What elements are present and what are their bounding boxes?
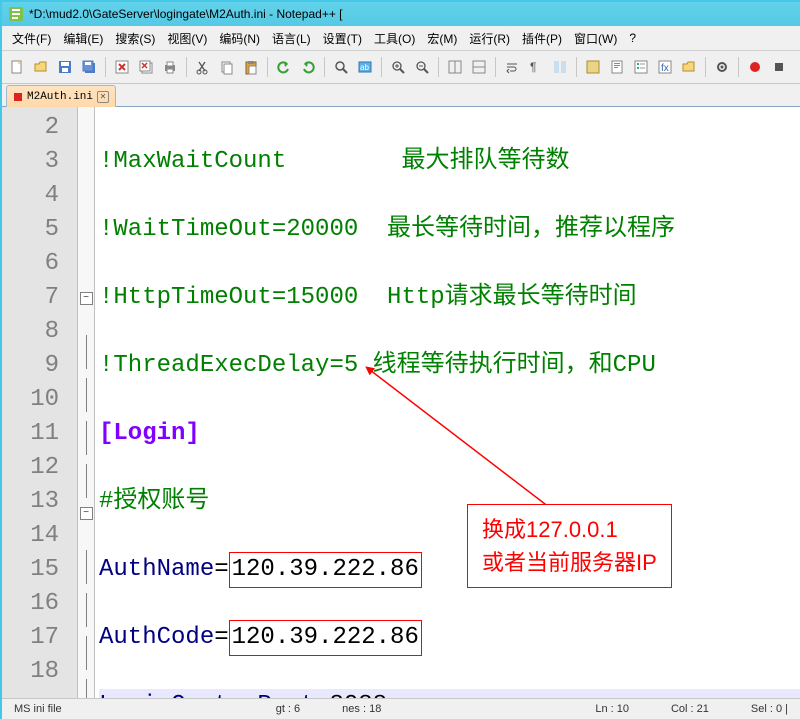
separator xyxy=(324,57,325,77)
code-eq: = xyxy=(214,624,228,651)
cut-icon[interactable] xyxy=(192,56,214,78)
print-icon[interactable] xyxy=(159,56,181,78)
sync-h-icon[interactable] xyxy=(468,56,490,78)
menu-encoding[interactable]: 编码(N) xyxy=(213,29,266,48)
window: *D:\mud2.0\GateServer\logingate\M2Auth.i… xyxy=(0,0,800,719)
wordwrap-icon[interactable] xyxy=(501,56,523,78)
allchars-icon[interactable]: ¶ xyxy=(525,56,547,78)
tab-close-icon[interactable]: ✕ xyxy=(97,91,109,103)
status-filetype: MS ini file xyxy=(8,703,68,715)
toolbar: ab ¶ fx xyxy=(2,51,800,84)
separator xyxy=(495,57,496,77)
copy-icon[interactable] xyxy=(216,56,238,78)
window-title: *D:\mud2.0\GateServer\logingate\M2Auth.i… xyxy=(29,2,343,26)
code-text: !ThreadExecDelay=5 xyxy=(99,352,373,379)
code-text: !HttpTimeOut=15000 xyxy=(99,284,387,311)
tab-active[interactable]: M2Auth.ini ✕ xyxy=(6,85,116,107)
new-file-icon[interactable] xyxy=(6,56,28,78)
function-list-icon[interactable]: fx xyxy=(654,56,676,78)
svg-text:¶: ¶ xyxy=(530,60,536,74)
save-all-icon[interactable] xyxy=(78,56,100,78)
menu-language[interactable]: 语言(L) xyxy=(266,29,317,48)
modified-icon xyxy=(13,92,23,102)
annotation-callout: 换成127.0.0.1 或者当前服务器IP xyxy=(467,504,672,588)
replace-icon[interactable]: ab xyxy=(354,56,376,78)
code-eq: = xyxy=(214,556,228,583)
monitor-icon[interactable] xyxy=(711,56,733,78)
zoom-in-icon[interactable] xyxy=(387,56,409,78)
menu-view[interactable]: 视图(V) xyxy=(161,29,213,48)
tabstrip: M2Auth.ini ✕ xyxy=(2,84,800,107)
fold-toggle-icon[interactable]: − xyxy=(80,292,93,305)
annotation-box: 120.39.222.86 xyxy=(229,620,422,656)
undo-icon[interactable] xyxy=(273,56,295,78)
callout-line1: 换成127.0.0.1 xyxy=(482,513,657,546)
annotation-box: 120.39.222.86 xyxy=(229,552,422,588)
menu-file[interactable]: 文件(F) xyxy=(6,29,57,48)
editor[interactable]: 23456789101112131415161718 −− !MaxWaitCo… xyxy=(2,107,800,719)
code-text: !MaxWaitCount xyxy=(99,148,401,175)
close-icon[interactable] xyxy=(111,56,133,78)
statusbar: MS ini file gt : 6 nes : 18 Ln : 10 Col … xyxy=(2,698,800,719)
code-comment: 线程等待执行时间，和CPU xyxy=(373,352,656,379)
code-comment: 最大排队等待数 xyxy=(401,148,569,175)
app-icon xyxy=(8,6,24,22)
code-comment: #授权账号 xyxy=(99,488,209,515)
record-icon[interactable] xyxy=(744,56,766,78)
menubar: 文件(F) 编辑(E) 搜索(S) 视图(V) 编码(N) 语言(L) 设置(T… xyxy=(2,26,800,51)
open-file-icon[interactable] xyxy=(30,56,52,78)
separator xyxy=(438,57,439,77)
status-col: Col : 21 xyxy=(665,703,715,715)
separator xyxy=(738,57,739,77)
status-length: gt : 6 xyxy=(270,703,306,715)
status-lines: nes : 18 xyxy=(336,703,387,715)
menu-settings[interactable]: 设置(T) xyxy=(317,29,368,48)
close-all-icon[interactable] xyxy=(135,56,157,78)
svg-text:ab: ab xyxy=(360,63,369,72)
separator xyxy=(705,57,706,77)
code-area[interactable]: !MaxWaitCount 最大排队等待数 !WaitTimeOut=20000… xyxy=(95,107,800,719)
menu-run[interactable]: 运行(R) xyxy=(463,29,516,48)
paste-icon[interactable] xyxy=(240,56,262,78)
code-text: !WaitTimeOut=20000 xyxy=(99,216,387,243)
fold-column: −− xyxy=(78,107,95,719)
menu-window[interactable]: 窗口(W) xyxy=(568,29,623,48)
status-sel: Sel : 0 | xyxy=(745,703,794,715)
line-number-gutter: 23456789101112131415161718 xyxy=(2,107,78,719)
indent-guide-icon[interactable] xyxy=(549,56,571,78)
doc-list-icon[interactable] xyxy=(630,56,652,78)
separator xyxy=(186,57,187,77)
menu-plugins[interactable]: 插件(P) xyxy=(516,29,568,48)
doc-map-icon[interactable] xyxy=(606,56,628,78)
code-section: [Login] xyxy=(99,420,200,447)
separator xyxy=(105,57,106,77)
save-icon[interactable] xyxy=(54,56,76,78)
separator xyxy=(381,57,382,77)
folder-icon[interactable] xyxy=(678,56,700,78)
menu-tools[interactable]: 工具(O) xyxy=(368,29,421,48)
svg-text:fx: fx xyxy=(661,63,669,74)
zoom-out-icon[interactable] xyxy=(411,56,433,78)
menu-edit[interactable]: 编辑(E) xyxy=(57,29,109,48)
code-key: AuthCode xyxy=(99,624,214,651)
titlebar: *D:\mud2.0\GateServer\logingate\M2Auth.i… xyxy=(2,2,800,26)
code-key: AuthName xyxy=(99,556,214,583)
callout-line2: 或者当前服务器IP xyxy=(482,546,657,579)
code-comment: Http请求最长等待时间 xyxy=(387,284,637,311)
status-ln: Ln : 10 xyxy=(589,703,635,715)
find-icon[interactable] xyxy=(330,56,352,78)
fold-toggle-icon[interactable]: − xyxy=(80,507,93,520)
udl-icon[interactable] xyxy=(582,56,604,78)
menu-help[interactable]: ? xyxy=(623,30,642,46)
separator xyxy=(267,57,268,77)
menu-search[interactable]: 搜索(S) xyxy=(109,29,161,48)
sync-v-icon[interactable] xyxy=(444,56,466,78)
code-comment: 最长等待时间，推荐以程序 xyxy=(387,216,675,243)
menu-macro[interactable]: 宏(M) xyxy=(421,29,463,48)
separator xyxy=(576,57,577,77)
tab-label: M2Auth.ini xyxy=(27,91,93,103)
stop-icon[interactable] xyxy=(768,56,790,78)
redo-icon[interactable] xyxy=(297,56,319,78)
